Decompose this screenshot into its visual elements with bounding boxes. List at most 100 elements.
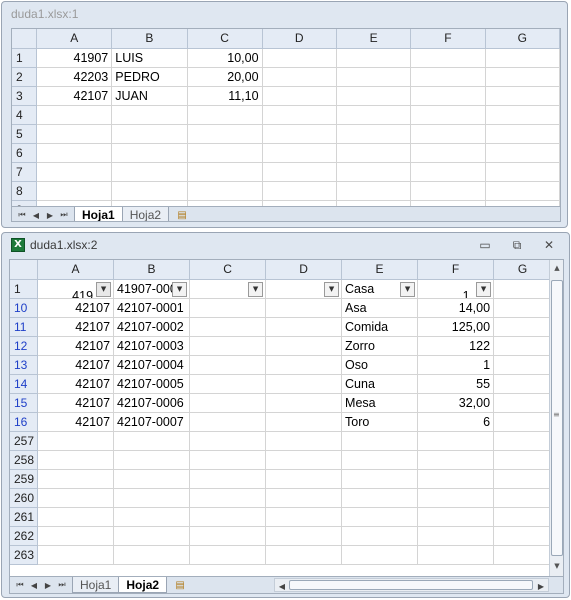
cell-c11[interactable] bbox=[189, 317, 267, 337]
column-header-f[interactable]: F bbox=[410, 29, 486, 49]
cell-g15[interactable] bbox=[493, 393, 553, 413]
filter-dropdown-icon[interactable]: ▼ bbox=[400, 281, 416, 297]
column-header-b[interactable]: B bbox=[111, 29, 188, 49]
insert-sheet-icon[interactable]: ▤ bbox=[170, 578, 190, 592]
cell-b1[interactable]: LUIS bbox=[111, 48, 188, 68]
cell-e12[interactable]: Zorro bbox=[341, 336, 419, 356]
prev-sheet-icon[interactable]: ◀ bbox=[27, 578, 41, 592]
cell-g11[interactable] bbox=[493, 317, 553, 337]
cell-e11[interactable]: Comida bbox=[341, 317, 419, 337]
cell-d258[interactable] bbox=[265, 450, 343, 470]
cell-f258[interactable] bbox=[417, 450, 495, 470]
prev-sheet-icon[interactable]: ◀ bbox=[29, 208, 43, 221]
cell-d8[interactable] bbox=[262, 181, 337, 201]
cell-f13[interactable]: 1 bbox=[417, 355, 495, 375]
column-header-c[interactable]: C bbox=[189, 260, 267, 280]
column-header-c[interactable]: C bbox=[187, 29, 263, 49]
cell-f259[interactable] bbox=[417, 469, 495, 489]
restore-button[interactable]: ⧉ bbox=[503, 236, 531, 254]
filter-dropdown-icon[interactable]: ▼ bbox=[172, 281, 188, 297]
column-header-a[interactable]: A bbox=[36, 29, 113, 49]
sheet-tab-hoja1[interactable]: Hoja1 bbox=[72, 577, 120, 593]
cell-f16[interactable]: 6 bbox=[417, 412, 495, 432]
column-header-e[interactable]: E bbox=[341, 260, 419, 280]
cell-b10[interactable]: 42107-0001 bbox=[113, 298, 191, 318]
cell-c261[interactable] bbox=[189, 507, 267, 527]
cell-d7[interactable] bbox=[262, 162, 337, 182]
row-header[interactable]: 261 bbox=[10, 507, 39, 527]
cell-e1[interactable] bbox=[336, 48, 412, 68]
cell-g3[interactable] bbox=[485, 86, 560, 106]
cell-d12[interactable] bbox=[265, 336, 343, 356]
window-2-grid[interactable]: ABCDEFG 1 419 ▼ 41907-000 ▼ ▼ ▼ Casa ▼ 1, ▼ 10 42107… bbox=[10, 260, 553, 565]
cell-d6[interactable] bbox=[262, 143, 337, 163]
cell-g1[interactable] bbox=[493, 279, 553, 299]
cell-b259[interactable] bbox=[113, 469, 191, 489]
cell-f263[interactable] bbox=[417, 545, 495, 565]
row-header[interactable]: 2 bbox=[12, 67, 38, 87]
cell-e257[interactable] bbox=[341, 431, 419, 451]
cell-g14[interactable] bbox=[493, 374, 553, 394]
select-all-corner[interactable] bbox=[12, 29, 38, 49]
cell-g260[interactable] bbox=[493, 488, 553, 508]
cell-f8[interactable] bbox=[410, 181, 486, 201]
row-header[interactable]: 258 bbox=[10, 450, 39, 470]
column-header-d[interactable]: D bbox=[262, 29, 337, 49]
window-1-titlebar[interactable]: duda1.xlsx:1 bbox=[2, 2, 567, 26]
cell-a15[interactable]: 42107 bbox=[37, 393, 115, 413]
cell-g16[interactable] bbox=[493, 412, 553, 432]
cell-g13[interactable] bbox=[493, 355, 553, 375]
cell-c1[interactable]: 10,00 bbox=[187, 48, 263, 68]
row-header[interactable]: 6 bbox=[12, 143, 38, 163]
cell-c257[interactable] bbox=[189, 431, 267, 451]
cell-a261[interactable] bbox=[37, 507, 115, 527]
cell-e1[interactable]: Casa ▼ bbox=[341, 279, 419, 299]
cell-b258[interactable] bbox=[113, 450, 191, 470]
cell-a16[interactable]: 42107 bbox=[37, 412, 115, 432]
cell-b15[interactable]: 42107-0006 bbox=[113, 393, 191, 413]
cell-f260[interactable] bbox=[417, 488, 495, 508]
cell-a8[interactable] bbox=[36, 181, 113, 201]
cell-c1[interactable]: ▼ bbox=[189, 279, 267, 299]
cell-c262[interactable] bbox=[189, 526, 267, 546]
window-2-sheet[interactable]: ABCDEFG 1 419 ▼ 41907-000 ▼ ▼ ▼ Casa ▼ 1, ▼ 10 42107… bbox=[9, 259, 564, 594]
row-header[interactable]: 263 bbox=[10, 545, 39, 565]
row-header[interactable]: 12 bbox=[10, 336, 39, 356]
cell-d262[interactable] bbox=[265, 526, 343, 546]
cell-b16[interactable]: 42107-0007 bbox=[113, 412, 191, 432]
cell-d3[interactable] bbox=[262, 86, 337, 106]
cell-c259[interactable] bbox=[189, 469, 267, 489]
row-header[interactable]: 1 bbox=[10, 279, 39, 299]
cell-g2[interactable] bbox=[485, 67, 560, 87]
cell-b1[interactable]: 41907-000 ▼ bbox=[113, 279, 191, 299]
cell-a7[interactable] bbox=[36, 162, 113, 182]
cell-f261[interactable] bbox=[417, 507, 495, 527]
cell-d13[interactable] bbox=[265, 355, 343, 375]
cell-e258[interactable] bbox=[341, 450, 419, 470]
cell-c5[interactable] bbox=[187, 124, 263, 144]
sheet-tab-hoja1[interactable]: Hoja1 bbox=[74, 207, 123, 221]
cell-c263[interactable] bbox=[189, 545, 267, 565]
cell-f1[interactable]: 1, ▼ bbox=[417, 279, 495, 299]
cell-a6[interactable] bbox=[36, 143, 113, 163]
cell-a1[interactable]: 41907 bbox=[36, 48, 113, 68]
select-all-corner[interactable] bbox=[10, 260, 39, 280]
cell-e6[interactable] bbox=[336, 143, 412, 163]
cell-g12[interactable] bbox=[493, 336, 553, 356]
cell-a11[interactable]: 42107 bbox=[37, 317, 115, 337]
cell-g10[interactable] bbox=[493, 298, 553, 318]
cell-c13[interactable] bbox=[189, 355, 267, 375]
cell-b2[interactable]: PEDRO bbox=[111, 67, 188, 87]
cell-d11[interactable] bbox=[265, 317, 343, 337]
cell-e2[interactable] bbox=[336, 67, 412, 87]
cell-b11[interactable]: 42107-0002 bbox=[113, 317, 191, 337]
cell-f12[interactable]: 122 bbox=[417, 336, 495, 356]
cell-g263[interactable] bbox=[493, 545, 553, 565]
cell-a13[interactable]: 42107 bbox=[37, 355, 115, 375]
cell-e15[interactable]: Mesa bbox=[341, 393, 419, 413]
cell-d2[interactable] bbox=[262, 67, 337, 87]
cell-g6[interactable] bbox=[485, 143, 560, 163]
row-header[interactable]: 7 bbox=[12, 162, 38, 182]
cell-b257[interactable] bbox=[113, 431, 191, 451]
cell-c3[interactable]: 11,10 bbox=[187, 86, 263, 106]
